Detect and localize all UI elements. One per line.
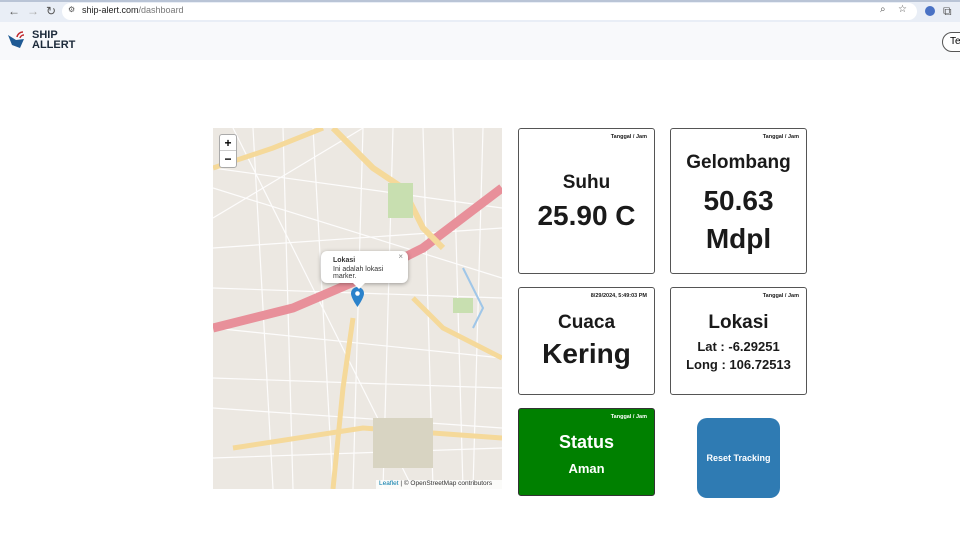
browser-toolbar: ← → ↻ ⚙ ship-alert.com/dashboard ⌕ ☆ ⧉ (0, 0, 960, 22)
reset-tracking-button[interactable]: Reset Tracking (697, 418, 780, 498)
header-button[interactable]: Ter (942, 32, 960, 52)
logo-line2: ALLERT (32, 39, 76, 51)
timestamp: Tanggal / Jam (610, 414, 647, 420)
card-title: Gelombang (686, 152, 791, 173)
reload-icon[interactable]: ↻ (46, 4, 56, 18)
timestamp: Tanggal / Jam (610, 134, 647, 140)
lokasi-card: Tanggal / Jam Lokasi Lat : -6.29251 Long… (670, 287, 807, 395)
popup-title: Lokasi (333, 257, 356, 264)
card-title: Suhu (562, 172, 611, 193)
latitude: Lat : -6.29251 (697, 339, 780, 354)
card-title: Lokasi (708, 312, 769, 333)
zoom-out-button[interactable]: − (220, 151, 236, 167)
zoom-in-button[interactable]: + (220, 135, 236, 151)
card-value: 50.63 (703, 185, 774, 216)
logo[interactable]: SHIP ALLERT (8, 30, 76, 51)
card-value: 25.90 C (537, 200, 636, 231)
url-host: ship-alert.com (82, 5, 139, 15)
popup-text: Ini adalah lokasi marker. (333, 266, 384, 280)
address-bar[interactable]: ⚙ ship-alert.com/dashboard ⌕ ☆ (62, 3, 917, 20)
star-icon[interactable]: ☆ (898, 4, 907, 15)
leaflet-link[interactable]: Leaflet (379, 480, 399, 487)
card-unit: Mdpl (705, 223, 772, 254)
map-attribution: Leaflet | © OpenStreetMap contributors (376, 480, 502, 489)
status-card: Tanggal / Jam Status Aman (518, 408, 655, 496)
gelombang-card: Tanggal / Jam Gelombang 50.63 Mdpl (670, 128, 807, 274)
card-value: Kering (542, 338, 631, 369)
app-header (0, 22, 960, 60)
site-info-icon[interactable]: ⚙ (68, 5, 75, 14)
cuaca-card: 8/29/2024, 5:49:03 PM Cuaca Kering (518, 287, 655, 395)
map-tiles (213, 128, 502, 489)
timestamp: Tanggal / Jam (762, 293, 799, 299)
popup-tip (353, 283, 365, 289)
card-title: Status (558, 432, 614, 452)
status-value: Aman (568, 461, 605, 476)
zoom-icon[interactable]: ⌕ (880, 4, 886, 15)
popup-close-icon[interactable]: × (398, 252, 403, 261)
osm-attribution[interactable]: | © OpenStreetMap contributors (399, 480, 492, 487)
forward-icon[interactable]: → (27, 4, 39, 18)
map-popup: Lokasi Ini adalah lokasi marker. × (321, 251, 408, 283)
timestamp: 8/29/2024, 5:49:03 PM (590, 293, 647, 299)
timestamp: Tanggal / Jam (762, 134, 799, 140)
map[interactable] (213, 128, 502, 489)
ship-logo-icon (8, 31, 25, 48)
suhu-card: Tanggal / Jam Suhu 25.90 C (518, 128, 655, 274)
map-zoom-control: + − (219, 134, 237, 168)
card-title: Cuaca (557, 312, 616, 333)
longitude: Long : 106.72513 (686, 357, 791, 372)
extensions-icon[interactable]: ⧉ (943, 4, 952, 19)
url-path: /dashboard (138, 5, 184, 15)
profile-icon[interactable] (925, 6, 935, 16)
map-marker-icon[interactable] (351, 287, 364, 307)
back-icon[interactable]: ← (8, 4, 20, 18)
